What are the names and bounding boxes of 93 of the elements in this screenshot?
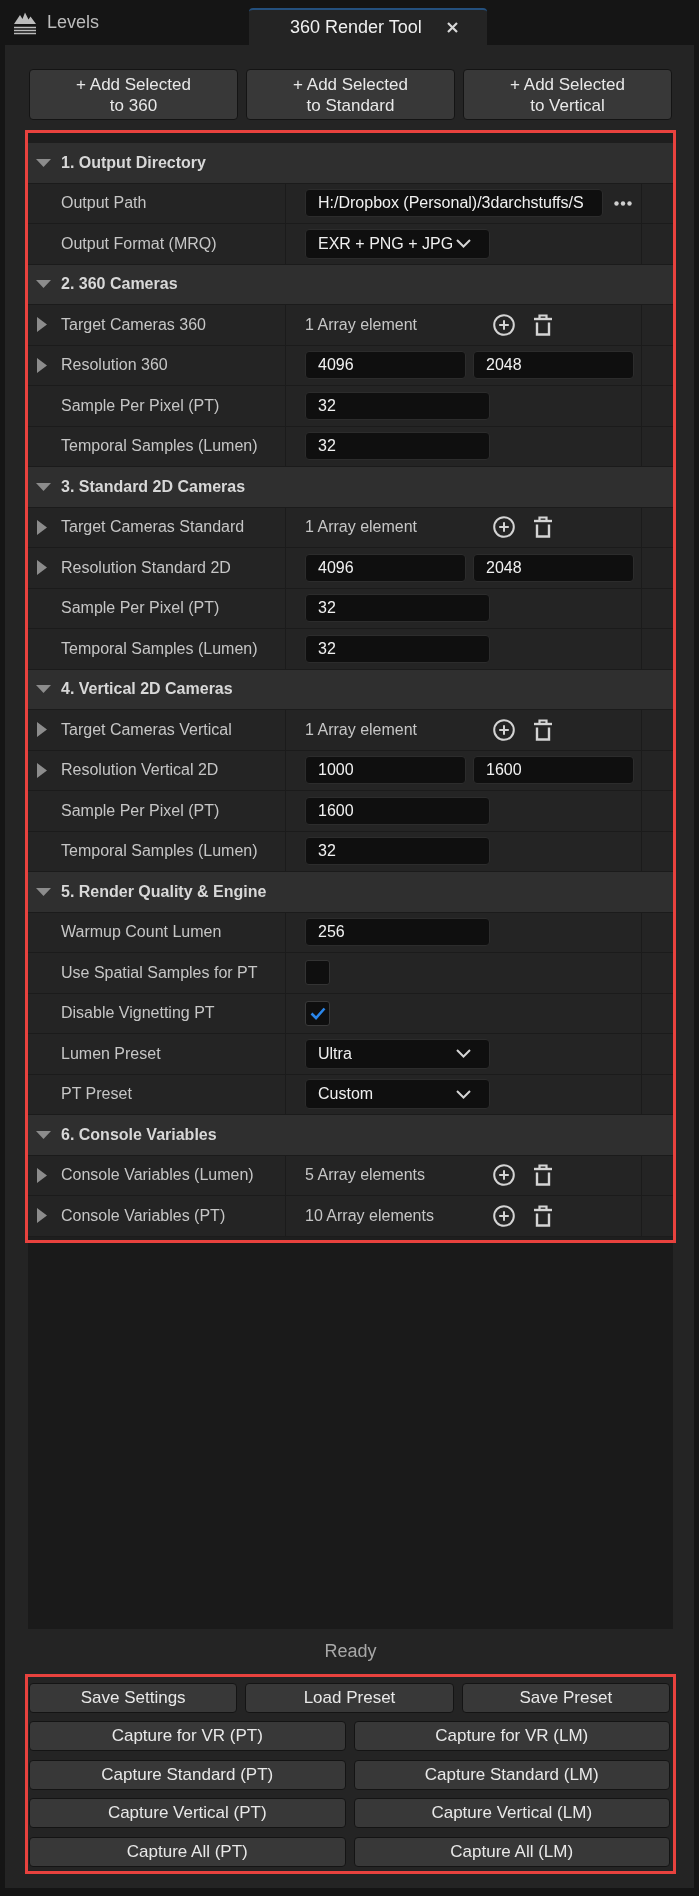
close-icon[interactable] [446,22,458,33]
caret-right-icon[interactable] [37,560,47,576]
mountain-icon [13,10,37,35]
array-count: 1 Array element [305,720,419,739]
add-button[interactable]: + Add Selected to Standard [246,69,455,120]
action-button[interactable]: Capture for VR (LM) [353,1721,670,1751]
property-label: Sample Per Pixel (PT) [61,396,220,415]
add-icon[interactable] [493,1164,515,1187]
property-label: Resolution 360 [61,356,168,375]
trash-icon[interactable] [533,718,553,741]
caret-right-icon[interactable] [37,357,47,373]
tab[interactable]: Levels [8,0,108,45]
ellipsis-icon[interactable] [614,200,632,206]
chevron-down-icon [456,1089,471,1099]
number-field[interactable]: 32 [305,837,490,866]
property-label: PT Preset [61,1085,132,1104]
property-label: Disable Vignetting PT [61,1004,215,1023]
number-field[interactable]: 256 [305,918,490,947]
number-field[interactable]: 32 [305,432,490,461]
property-label: Temporal Samples (Lumen) [61,842,258,861]
property-label: Temporal Samples (Lumen) [61,437,258,456]
property-label: Sample Per Pixel (PT) [61,801,220,820]
chevron-down-icon [456,1049,471,1059]
add-button[interactable]: + Add Selected to 360 [29,69,238,120]
add-icon[interactable] [493,718,515,741]
property-label: Output Format (MRQ) [61,234,217,253]
number-field[interactable]: 4096 [305,553,466,582]
tab[interactable]: 360 Render Tool [249,8,487,45]
property-label: Warmup Count Lumen [61,923,222,942]
property-label: Resolution Vertical 2D [61,761,219,780]
dropdown[interactable]: Custom [305,1079,490,1110]
trash-icon[interactable] [533,1164,553,1187]
action-button[interactable]: Save Preset [461,1682,670,1713]
property-label: Target Cameras Vertical [61,720,232,739]
action-button[interactable]: Capture Standard (LM) [353,1759,670,1790]
number-field[interactable]: 1000 [305,756,466,785]
caret-right-icon[interactable] [37,762,47,778]
caret-right-icon[interactable] [37,1208,47,1224]
add-icon[interactable] [493,516,515,539]
number-field[interactable]: 4096 [305,351,466,380]
caret-right-icon[interactable] [37,519,47,535]
action-button[interactable]: Capture Vertical (LM) [353,1798,670,1828]
checkbox[interactable] [305,960,330,986]
property-label: Console Variables (PT) [61,1206,226,1225]
caret-right-icon[interactable] [37,722,47,738]
number-field[interactable]: 2048 [473,351,634,380]
number-field[interactable]: 32 [305,634,490,663]
action-button[interactable]: Capture Standard (PT) [29,1759,346,1790]
path-field[interactable]: H:/Dropbox (Personal)/3darchstuffs/S [305,189,603,218]
action-button[interactable]: Capture Vertical (PT) [29,1798,346,1828]
section-header[interactable]: 3. Standard 2D Cameras [28,467,673,508]
caret-right-icon[interactable] [37,317,47,333]
section-header[interactable]: 5. Render Quality & Engine [28,872,673,913]
action-button[interactable]: Capture All (LM) [353,1836,670,1867]
array-count: 5 Array elements [305,1166,427,1185]
add-icon[interactable] [493,1204,515,1227]
property-label: Resolution Standard 2D [61,558,231,577]
trash-icon[interactable] [533,516,553,539]
number-field[interactable]: 1600 [305,796,490,825]
property-label: Lumen Preset [61,1044,161,1063]
dropdown[interactable]: EXR + PNG + JPG [305,228,490,259]
add-button[interactable]: + Add Selected to Vertical [463,69,672,120]
section-header[interactable]: 4. Vertical 2D Cameras [28,669,673,710]
add-icon[interactable] [493,313,515,336]
action-button[interactable]: Capture for VR (PT) [29,1721,346,1751]
trash-icon[interactable] [533,313,553,336]
number-field[interactable]: 32 [305,391,490,420]
action-button[interactable]: Capture All (PT) [29,1836,346,1867]
property-label: Console Variables (Lumen) [61,1166,254,1185]
number-field[interactable]: 32 [305,594,490,623]
action-button[interactable]: Save Settings [29,1682,238,1713]
property-label: Output Path [61,194,147,213]
array-count: 1 Array element [305,518,419,537]
section-header[interactable]: 1. Output Directory [28,143,673,184]
caret-right-icon[interactable] [37,1167,47,1183]
section-header[interactable]: 2. 360 Cameras [28,264,673,305]
section-header[interactable]: 6. Console Variables [28,1115,673,1156]
property-label: Target Cameras 360 [61,315,206,334]
checkmark-icon [309,1006,326,1020]
property-label: Target Cameras Standard [61,518,245,537]
trash-icon[interactable] [533,1204,553,1227]
dropdown[interactable]: Ultra [305,1038,490,1069]
property-label: Use Spatial Samples for PT [61,963,258,982]
property-label: Sample Per Pixel (PT) [61,599,220,618]
array-count: 1 Array element [305,315,419,334]
number-field[interactable]: 2048 [473,553,634,582]
array-count: 10 Array elements [305,1206,435,1225]
action-button[interactable]: Load Preset [245,1682,454,1713]
checkbox[interactable] [305,1000,330,1026]
chevron-down-icon [456,239,471,249]
number-field[interactable]: 1600 [473,756,634,785]
property-label: Temporal Samples (Lumen) [61,639,258,658]
status-text: Ready [324,1640,377,1662]
